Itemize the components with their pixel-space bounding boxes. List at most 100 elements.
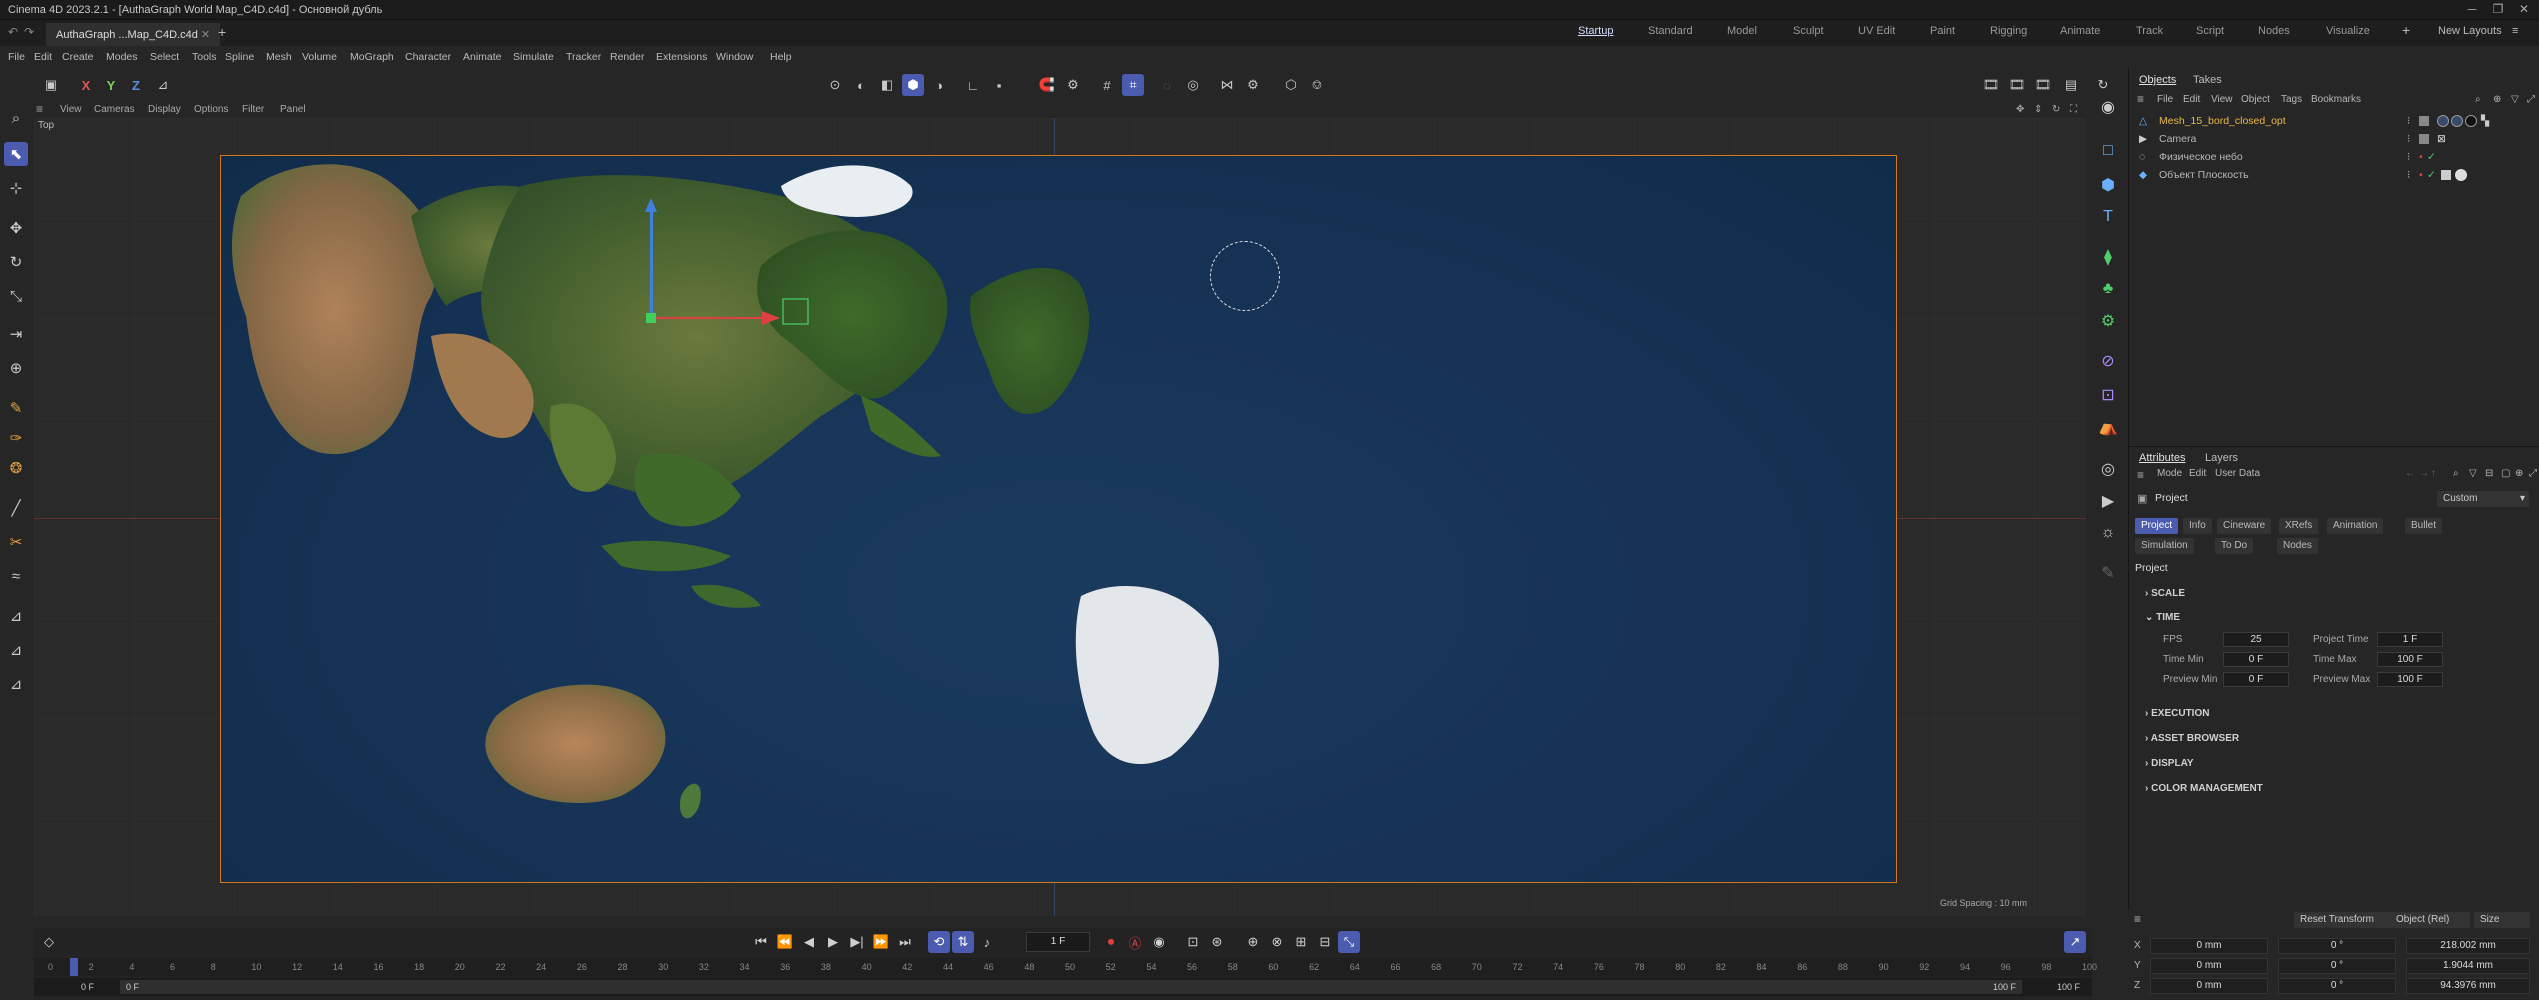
objects-menu-view[interactable]: View [2211,94,2233,105]
brush-icon[interactable]: ╱ [4,496,28,520]
loop-icon[interactable]: ⟲ [928,931,950,953]
menu-character[interactable]: Character [405,51,451,63]
camera-icon[interactable]: ◉ [2095,94,2121,120]
attr-tab-xrefs[interactable]: XRefs [2279,518,2319,534]
current-frame-field[interactable]: 1 F [1026,932,1090,952]
menu-volume[interactable]: Volume [302,51,337,63]
preset-dropdown[interactable]: Custom ▾ [2437,491,2529,507]
preview-min-field[interactable]: 0 F [2223,672,2289,687]
play-mode-icon[interactable]: ⇅ [952,931,974,953]
select-tool-icon[interactable]: ⬉ [4,142,28,166]
snap-icon[interactable]: 🧲 [1036,74,1058,96]
rotation-z-field[interactable]: 0 ° [2278,978,2396,994]
live-selection-icon[interactable]: ⊹ [4,176,28,200]
snap-settings-icon[interactable]: ⚙ [1062,74,1084,96]
viewport[interactable]: Top Grid Spacing: 10 mm [34,118,2086,916]
menu-spline[interactable]: Spline [225,51,254,63]
next-frame-icon[interactable]: ▶| [846,931,868,953]
new-layouts-button[interactable]: New Layouts [2438,25,2502,37]
menu-help[interactable]: Help [770,51,792,63]
menu-mograph[interactable]: MoGraph [350,51,394,63]
section-color-management[interactable]: › COLOR MANAGEMENT [2145,783,2263,794]
position-z-field[interactable]: 0 mm [2150,978,2268,994]
viewport-menu-filter[interactable]: Filter [242,104,264,115]
render-dot-icon[interactable]: • [2419,169,2423,181]
section-asset-browser[interactable]: › ASSET BROWSER [2145,733,2239,744]
scale-tool-icon[interactable]: ⤡ [4,284,28,308]
material-tag-icon[interactable] [2455,169,2467,181]
effector-icon[interactable]: ⚙ [2095,308,2121,334]
spline-smooth-icon[interactable]: ❂ [4,456,28,480]
position-x-field[interactable]: 0 mm [2150,938,2268,954]
material-tag-icon[interactable] [2437,115,2449,127]
timeline-ruler[interactable]: 0 2 4 6 8 10 12 14 16 18 20 22 24 26 28 30 32 34 36 38 40 42 4… [34,958,2097,976]
objects-search-icon[interactable]: ⌕ [2475,94,2481,105]
attributes-filter-icon[interactable]: ▽ [2469,468,2477,479]
size-mode-dropdown[interactable]: Size [2474,912,2530,928]
grid-icon[interactable]: # [1096,74,1118,96]
uv-mode-icon[interactable]: ◑ [928,74,950,96]
loop-select-icon[interactable]: ≈ [4,564,28,588]
gizmo-y-axis[interactable] [650,205,653,319]
menu-mesh[interactable]: Mesh [266,51,292,63]
cube-primitive-icon[interactable]: □ [2095,138,2121,164]
go-to-end-icon[interactable]: ⏭ [894,931,916,953]
field-icon[interactable]: ⊡ [2095,382,2121,408]
layout-visualize[interactable]: Visualize [2326,25,2370,37]
attributes-menu-user-data[interactable]: User Data [2215,468,2260,479]
attr-tab-info[interactable]: Info [2183,518,2212,534]
autokey-icon[interactable]: Ⓐ [1124,931,1146,953]
attributes-detach-icon[interactable]: ⤢ [2529,468,2537,479]
previous-key-icon[interactable]: ⏪ [774,931,796,953]
objects-filter-icon[interactable]: ▽ [2511,94,2519,105]
menu-simulate[interactable]: Simulate [513,51,554,63]
objects-menu-bookmarks[interactable]: Bookmarks [2311,94,2361,105]
objects-menu-edit[interactable]: Edit [2183,94,2200,105]
render-to-picture-viewer-icon[interactable]: 🎞 [2006,74,2028,96]
menu-edit[interactable]: Edit [34,51,52,63]
play-icon[interactable]: ▶ [822,931,844,953]
coordinate-mode-dropdown[interactable]: Object (Rel) [2390,912,2470,928]
layout-track[interactable]: Track [2136,25,2163,37]
render-view-icon[interactable]: 🎞 [1980,74,2002,96]
workplane-options-icon[interactable]: ▪ [988,74,1010,96]
menu-window[interactable]: Window [716,51,753,63]
attr-tab-simulation[interactable]: Simulation [2135,538,2194,554]
size-x-field[interactable]: 218.002 mm [2406,938,2530,954]
layout-sculpt[interactable]: Sculpt [1793,25,1824,37]
workplane-icon[interactable]: ∟ [962,74,984,96]
render-region-icon[interactable]: ⬡ [1280,74,1302,96]
edges-mode-icon[interactable]: ◐ [850,74,872,96]
enabled-check-icon[interactable]: ✓ [2427,151,2436,163]
time-min-field[interactable]: 0 F [2223,652,2289,667]
move-tool-icon[interactable]: ✥ [4,216,28,240]
menu-modes[interactable]: Modes [106,51,138,63]
object-row-mesh[interactable]: △ Mesh_15_bord_closed_opt ⁝ ▚ [2139,112,2529,130]
timeline-mode-icon[interactable]: ↗ [2064,931,2086,953]
visibility-icon[interactable]: ⁝ [2407,151,2410,163]
objects-menu-object[interactable]: Object [2241,94,2270,105]
layout-model[interactable]: Model [1727,25,1757,37]
objects-menu-tags[interactable]: Tags [2281,94,2302,105]
next-key-icon[interactable]: ⏩ [870,931,892,953]
layout-paint[interactable]: Paint [1930,25,1955,37]
key-rotation-icon[interactable]: ⊛ [1206,931,1228,953]
objects-view-icon[interactable]: ⊕ [2493,94,2501,105]
section-scale[interactable]: › SCALE [2145,588,2185,599]
visibility-icon[interactable]: ⁝ [2407,133,2410,145]
material-tag-icon-2[interactable] [2451,115,2463,127]
gizmo-y-arrow[interactable] [645,198,657,212]
render-dot-icon[interactable]: • [2419,151,2423,163]
menu-file[interactable]: File [8,51,25,63]
menu-animate[interactable]: Animate [463,51,502,63]
rotation-x-field[interactable]: 0 ° [2278,938,2396,954]
object-row-sky[interactable]: ◌ Физическое небо ⁝ • ✓ [2139,148,2529,166]
reset-transform-button[interactable]: Reset Transform [2294,912,2404,928]
spline-sketch-icon[interactable]: ✑ [4,426,28,450]
attr-tab-nodes[interactable]: Nodes [2277,538,2318,554]
section-execution[interactable]: › EXECUTION [2145,708,2209,719]
viewport-menu-icon[interactable]: ≡ [36,102,43,116]
attributes-settings-icon[interactable]: ⊕ [2515,468,2523,479]
record-icon[interactable]: ⏺ [1100,931,1122,953]
layer-icon[interactable] [2419,116,2429,126]
